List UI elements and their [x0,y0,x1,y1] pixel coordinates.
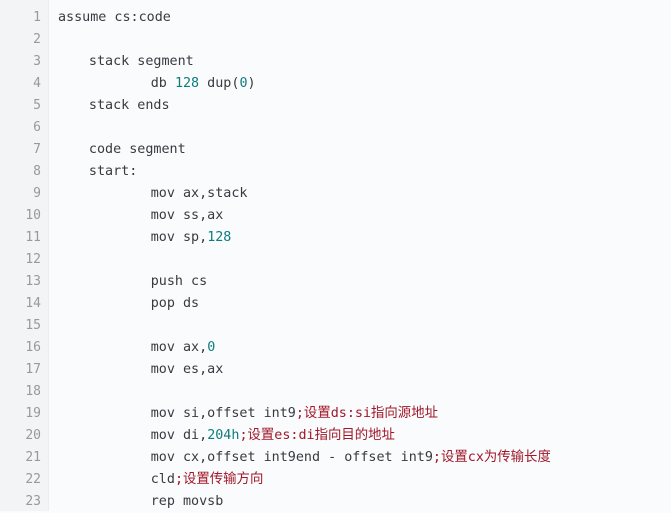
code-comment: ;设置es:di指向目的地址 [239,428,395,443]
line-number: 6 [33,120,41,135]
number-literal: 0 [239,76,248,91]
code-token: cld [150,472,175,487]
code-line: mov ax,0 [58,337,671,359]
line-number: 10 [25,208,41,223]
line-number: 5 [33,98,41,113]
line-number: 22 [25,472,41,487]
code-line: mov ss,ax [58,205,671,227]
code-line: cld;设置传输方向 [58,469,671,491]
number-literal: 0 [207,340,216,355]
line-number: 21 [25,450,41,465]
code-token: stack segment [88,54,194,69]
line-number: 16 [25,340,41,355]
code-token: rep movsb [150,494,224,509]
line-number: 14 [25,296,41,311]
line-number: 17 [25,362,41,377]
code-line: db 128 dup(0) [58,73,671,95]
code-line: mov sp,128 [58,227,671,249]
line-number: 18 [25,384,41,399]
code-token: mov ax,stack [150,186,248,201]
line-number: 2 [33,32,41,47]
line-number: 23 [25,494,41,509]
code-token: stack ends [88,98,170,113]
line-number: 8 [33,164,41,179]
code-line: mov ax,stack [58,183,671,205]
code-token: mov es,ax [150,362,224,377]
line-number: 13 [25,274,41,289]
line-number: 9 [33,186,41,201]
line-number: 4 [33,76,41,91]
line-number-gutter: 1 2 3 4 5 6 7 8 9 10 11 12 13 14 15 16 17 18 19 20 21 22 23 [0,0,49,511]
code-line: pop ds [58,293,671,315]
number-literal: 204h [207,428,240,443]
code-token: pop ds [150,296,200,311]
code-line: rep movsb [58,491,671,511]
code-token: db [150,76,175,91]
code-line: stack segment [58,51,671,73]
code-line: mov cx,offset int9end - offset int9;设置cx… [58,447,671,469]
code-comment: ;设置cx为传输长度 [432,450,551,465]
code-token: push cs [150,274,208,289]
code-token: dup( [199,76,240,91]
code-line: push cs [58,271,671,293]
code-comment: ;设置ds:si指向源地址 [295,406,438,421]
code-token: assume cs:code [58,10,171,25]
line-number: 1 [33,10,41,25]
code-viewer: 1 2 3 4 5 6 7 8 9 10 11 12 13 14 15 16 17 18 19 20 21 22 23 as… [0,0,671,511]
code-token: ) [247,76,256,91]
code-token: mov ax, [150,340,208,355]
code-token: start: [88,164,138,179]
code-comment: ;设置传输方向 [174,472,264,487]
code-token: mov ss,ax [150,208,224,223]
line-number: 15 [25,318,41,333]
line-number: 20 [25,428,41,443]
line-number: 12 [25,252,41,267]
code-token: mov di, [150,428,208,443]
code-line: start: [58,161,671,183]
code-line: stack ends [58,95,671,117]
number-literal: 128 [207,230,232,245]
code-line: code segment [58,139,671,161]
code-token: mov cx,offset int9end - offset int9 [150,450,433,465]
code-token: mov si,offset int9 [150,406,296,421]
code-area[interactable]: assume cs:code stack segment db 128 dup(0)… [49,0,671,511]
line-number: 19 [25,406,41,421]
code-line: mov es,ax [58,359,671,381]
line-number: 7 [33,142,41,157]
code-token: code segment [88,142,186,157]
number-literal: 128 [174,76,200,91]
line-number: 3 [33,54,41,69]
code-line: assume cs:code [58,7,671,29]
code-token: mov sp, [150,230,208,245]
line-number: 11 [25,230,41,245]
code-line: mov si,offset int9;设置ds:si指向源地址 [58,403,671,425]
code-line: mov di,204h;设置es:di指向目的地址 [58,425,671,447]
